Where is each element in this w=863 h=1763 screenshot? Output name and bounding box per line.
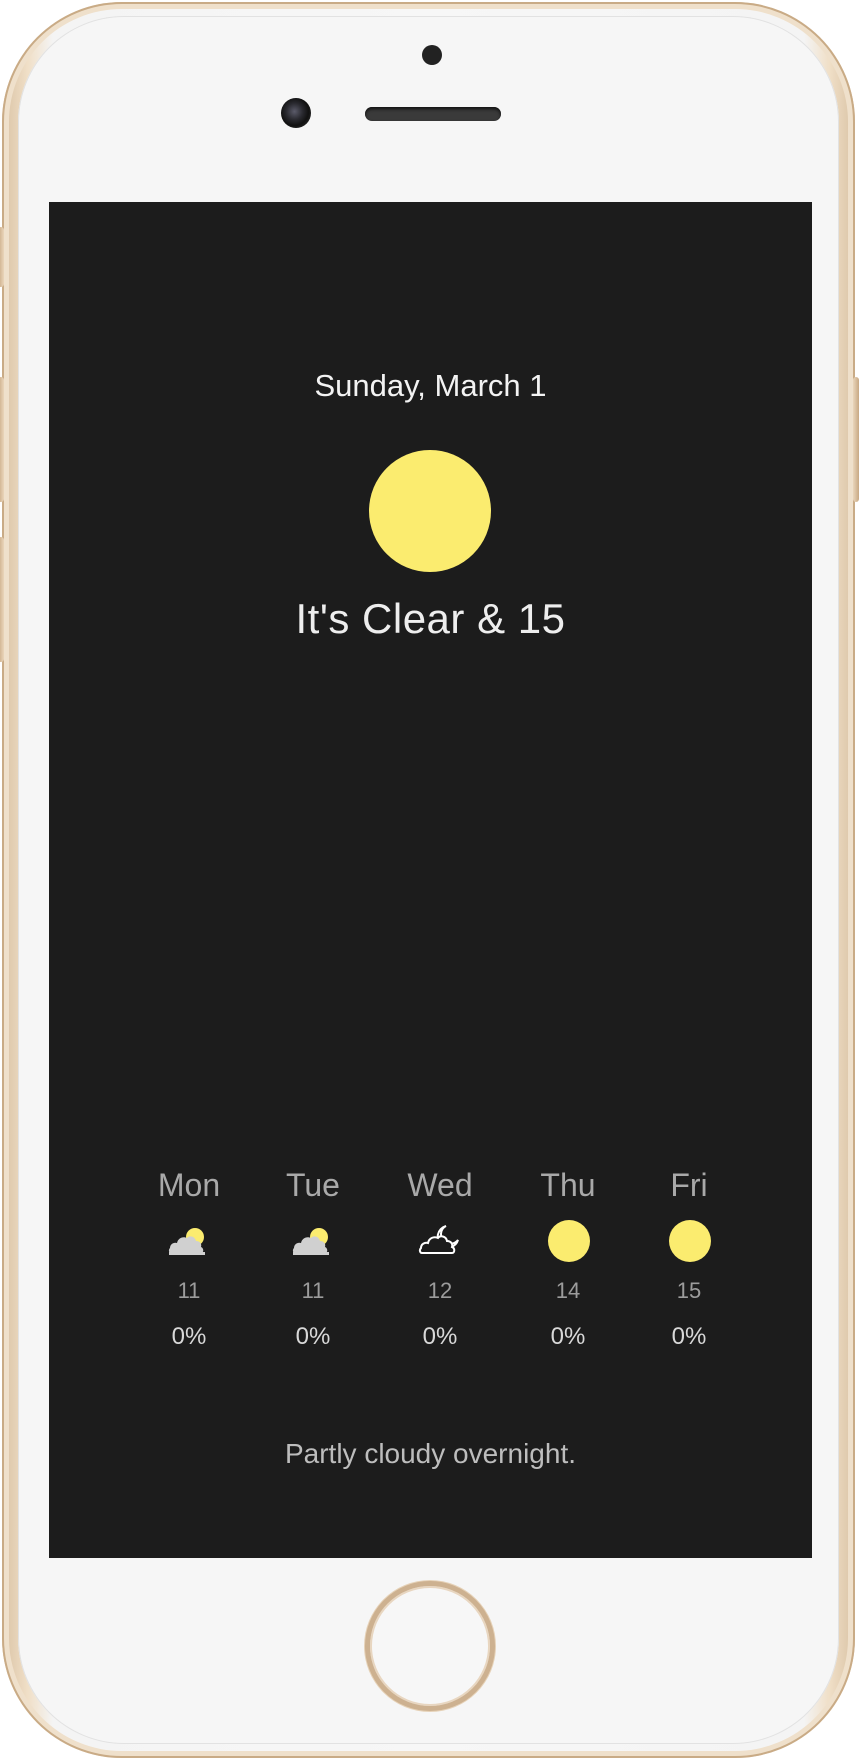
forecast-day[interactable]: Thu 14 0% <box>508 1164 628 1352</box>
earpiece-speaker <box>365 107 501 121</box>
partly-cloudy-day-icon <box>289 1220 337 1260</box>
forecast-day-name: Wed <box>407 1167 473 1203</box>
volume-down-button <box>0 537 4 662</box>
partly-cloudy-night-icon <box>416 1220 464 1260</box>
forecast-precipitation: 0% <box>295 1323 331 1350</box>
weather-screen: Sunday, March 1 It's Clear & 15 Mon 11 0… <box>49 202 812 1558</box>
forecast-day-name: Mon <box>157 1167 221 1203</box>
volume-up-button <box>0 377 4 502</box>
proximity-sensor <box>422 45 442 65</box>
forecast-day-name: Thu <box>540 1167 596 1203</box>
forecast-precipitation: 0% <box>671 1323 707 1350</box>
current-conditions: It's Clear & 15 <box>295 595 566 642</box>
clear-day-icon <box>369 450 491 572</box>
forecast-temperature: 12 <box>427 1278 453 1303</box>
current-date: Sunday, March 1 <box>314 368 547 403</box>
silent-switch <box>0 227 4 287</box>
partly-cloudy-day-icon <box>165 1220 213 1260</box>
five-day-forecast: Mon 11 0% Tue 11 0% Wed 12 0% Thu 14 0% … <box>129 1164 729 1374</box>
front-camera-icon <box>281 98 311 128</box>
clear-day-icon <box>665 1220 713 1262</box>
home-button[interactable] <box>365 1581 495 1711</box>
forecast-day-name: Tue <box>286 1167 340 1203</box>
forecast-temperature: 11 <box>177 1278 201 1303</box>
forecast-precipitation: 0% <box>422 1323 458 1350</box>
clear-day-icon <box>544 1220 592 1262</box>
forecast-precipitation: 0% <box>171 1323 207 1350</box>
forecast-day[interactable]: Wed 12 0% <box>380 1164 500 1352</box>
forecast-day-name: Fri <box>670 1167 708 1203</box>
forecast-temperature: 15 <box>676 1278 702 1303</box>
power-button <box>853 377 859 502</box>
forecast-day[interactable]: Tue 11 0% <box>253 1164 373 1352</box>
forecast-precipitation: 0% <box>550 1323 586 1350</box>
forecast-temperature: 11 <box>301 1278 325 1303</box>
forecast-day[interactable]: Mon 11 0% <box>129 1164 249 1352</box>
forecast-temperature: 14 <box>555 1278 581 1303</box>
forecast-description: Partly cloudy overnight. <box>284 1438 577 1469</box>
forecast-day[interactable]: Fri 15 0% <box>629 1164 749 1352</box>
